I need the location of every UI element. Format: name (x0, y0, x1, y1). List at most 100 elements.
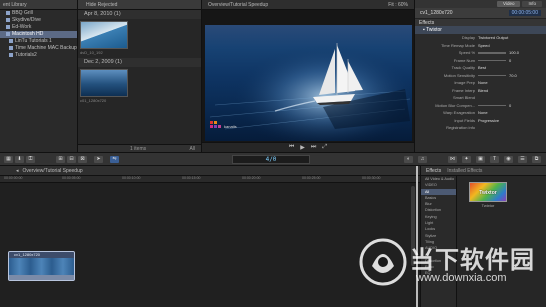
library-list: BBQ Grill Skydive/Dive Ed-Work Macintosh… (0, 10, 77, 59)
prev-edit-icon[interactable]: ⏮ (289, 144, 294, 151)
primary-storyline[interactable]: cv1_1280x720 (0, 183, 410, 307)
drive-icon (6, 31, 10, 36)
main-toolbar: ▦ ⬇ ⚿ ⊞ ⊟ ⊠ ➤ ⇋ 4/0 ◐ ♫ ⋈ ✦ ▣ T ◉ ☰ ⧉ (0, 152, 546, 166)
watermark-url: www.downxia.com (416, 272, 507, 284)
clip-name: dvD_10_192 (80, 50, 103, 55)
library-item[interactable]: LinTu Tutorials 1 (0, 38, 77, 45)
param-row[interactable]: Smart Blend (415, 94, 546, 102)
date-group-header[interactable]: Apr 8, 2010 (1) (78, 10, 201, 19)
grid-icon[interactable]: ▦ (4, 156, 13, 163)
date-group-header[interactable]: Dec 2, 2009 (1) (78, 58, 201, 67)
site-watermark: 当下软件园 www.downxia.com (358, 236, 544, 300)
event-icon (6, 10, 10, 15)
twixtor-effect-label: Twixtor (481, 203, 495, 208)
viewer-title: Overview/Tutorial Speedup (208, 2, 269, 8)
clip-filmstrip (9, 258, 74, 275)
twixtor-thumb-text: Twixtor (479, 190, 497, 196)
downxia-logo-icon (359, 238, 407, 286)
library-item[interactable]: Time Machine MAC Backup (0, 45, 77, 52)
param-row[interactable]: Frame Num 0 (415, 57, 546, 65)
param-row[interactable]: Motion Blur Compen... 0 (415, 102, 546, 110)
clip-timecode: 00:00:05:00 (508, 10, 541, 16)
append-icon[interactable]: ⊞ (56, 156, 65, 163)
next-edit-icon[interactable]: ⏭ (311, 144, 316, 151)
event-icon (6, 24, 10, 29)
library-item[interactable]: Tutorials2 (0, 52, 77, 59)
event-icon (9, 45, 13, 50)
event-browser: Hide Rejected Apr 8, 2010 (1) dvD_10_192… (78, 0, 202, 152)
transport-controls: ⏮ ▶ ⏭ ⤢ (202, 142, 414, 152)
keyword-icon[interactable]: ⚿ (26, 156, 35, 163)
inspector-tabs: Video Info (415, 0, 546, 8)
inspector: Video Info cv1_1280x720 00:00:05:00 Effe… (414, 0, 546, 152)
param-row[interactable]: Input Fields Progressive (415, 117, 546, 125)
effects-filter[interactable]: Installed Effects (447, 168, 482, 174)
library-item-selected[interactable]: Macintosh HD (0, 31, 77, 38)
param-row[interactable]: Warp Exageration None (415, 109, 546, 117)
photos-icon[interactable]: ▣ (476, 156, 485, 163)
param-row[interactable]: Registration info (415, 124, 546, 132)
transitions-icon[interactable]: ⧉ (532, 156, 541, 163)
tool-select-icon[interactable]: ➤ (94, 156, 103, 163)
effects-header: Effects Installed Effects (421, 166, 546, 176)
effects-section-header[interactable]: Effects (415, 18, 546, 26)
play-icon[interactable]: ▶ (300, 144, 305, 151)
library-item[interactable]: Ed-Work (0, 24, 77, 31)
generators-icon[interactable]: ◉ (504, 156, 513, 163)
viewer-header: Overview/Tutorial Speedup Fit : 60% (202, 0, 414, 10)
param-row[interactable]: Speed % 100.0 (415, 49, 546, 57)
event-icon (6, 17, 10, 22)
param-row[interactable]: Motion Sensitivity 70.0 (415, 72, 546, 80)
param-row[interactable]: Display Twixtored Output (415, 34, 546, 42)
viewer-zoom[interactable]: Fit : 60% (388, 2, 408, 8)
overwrite-icon[interactable]: ⊠ (78, 156, 87, 163)
sensitivity-slider[interactable] (478, 74, 506, 77)
timeline-clip[interactable]: cv1_1280x720 (8, 251, 75, 281)
viewer: Overview/Tutorial Speedup Fit : 60% kana… (202, 0, 414, 152)
param-row[interactable]: Time Remap Mode Speed (415, 42, 546, 50)
titles-icon[interactable]: T (490, 156, 499, 163)
clip-name: c01_1280x720 (80, 98, 107, 103)
clip-audio-waveform (9, 275, 74, 280)
video-frame[interactable]: kanatis (205, 25, 412, 141)
library-title: ent Library (0, 0, 77, 10)
clip-thumbnail[interactable] (80, 21, 128, 49)
effects-browser-icon[interactable]: ✦ (462, 156, 471, 163)
param-row[interactable]: Frame Interp Blend (415, 87, 546, 95)
speed-slider[interactable] (478, 52, 506, 54)
tab-info[interactable]: Info (522, 1, 542, 7)
tab-video[interactable]: Video (497, 1, 521, 7)
library-item[interactable]: Skydive/Dive (0, 17, 77, 24)
library-item[interactable]: BBQ Grill (0, 10, 77, 17)
snap-icon[interactable]: ⋈ (448, 156, 457, 163)
audio-icon[interactable]: ♫ (418, 156, 427, 163)
param-row[interactable]: Image Prep None (415, 79, 546, 87)
browser-filter[interactable]: Hide Rejected (78, 0, 201, 10)
watermark-title: 当下软件园 (410, 246, 535, 274)
library-sidebar: ent Library BBQ Grill Skydive/Dive Ed-Wo… (0, 0, 78, 152)
frame-slider[interactable] (478, 59, 506, 62)
timeline-header: ◂ Overview/Tutorial Speedup (0, 166, 420, 176)
import-icon[interactable]: ⬇ (15, 156, 24, 163)
effect-params: Display Twixtored Output Time Remap Mode S… (415, 34, 546, 132)
effect-twixtor-header[interactable]: ▪ Twixtor (415, 26, 546, 34)
clip-thumbnail[interactable] (80, 69, 128, 97)
blur-slider[interactable] (478, 104, 506, 107)
time-ruler[interactable]: 00:00:00:00 00:00:05:00 00:00:10:00 00:0… (0, 176, 420, 183)
twixtor-effect-thumbnail[interactable]: Twixtor (469, 182, 507, 202)
themes-icon[interactable]: ☰ (518, 156, 527, 163)
insert-icon[interactable]: ⊟ (67, 156, 76, 163)
fullscreen-icon[interactable]: ⤢ (322, 144, 327, 151)
skimming-icon[interactable]: ⇋ (110, 156, 119, 163)
video-logo-text: kanatis (224, 124, 237, 129)
inspector-titlebar: cv1_1280x720 00:00:05:00 (415, 8, 546, 18)
effects-title: Effects (426, 168, 442, 174)
back-icon[interactable]: ◂ (16, 168, 19, 174)
clip-title: cv1_1280x720 (420, 10, 453, 16)
param-row[interactable]: Track Quality Best (415, 64, 546, 72)
timeline: ◂ Overview/Tutorial Speedup 00:00:00:00 … (0, 166, 420, 307)
timecode-display[interactable]: 4/0 (232, 155, 310, 164)
color-icon[interactable]: ◐ (404, 156, 413, 163)
event-icon (9, 52, 13, 57)
browser-footer: 1 items All (78, 144, 201, 152)
